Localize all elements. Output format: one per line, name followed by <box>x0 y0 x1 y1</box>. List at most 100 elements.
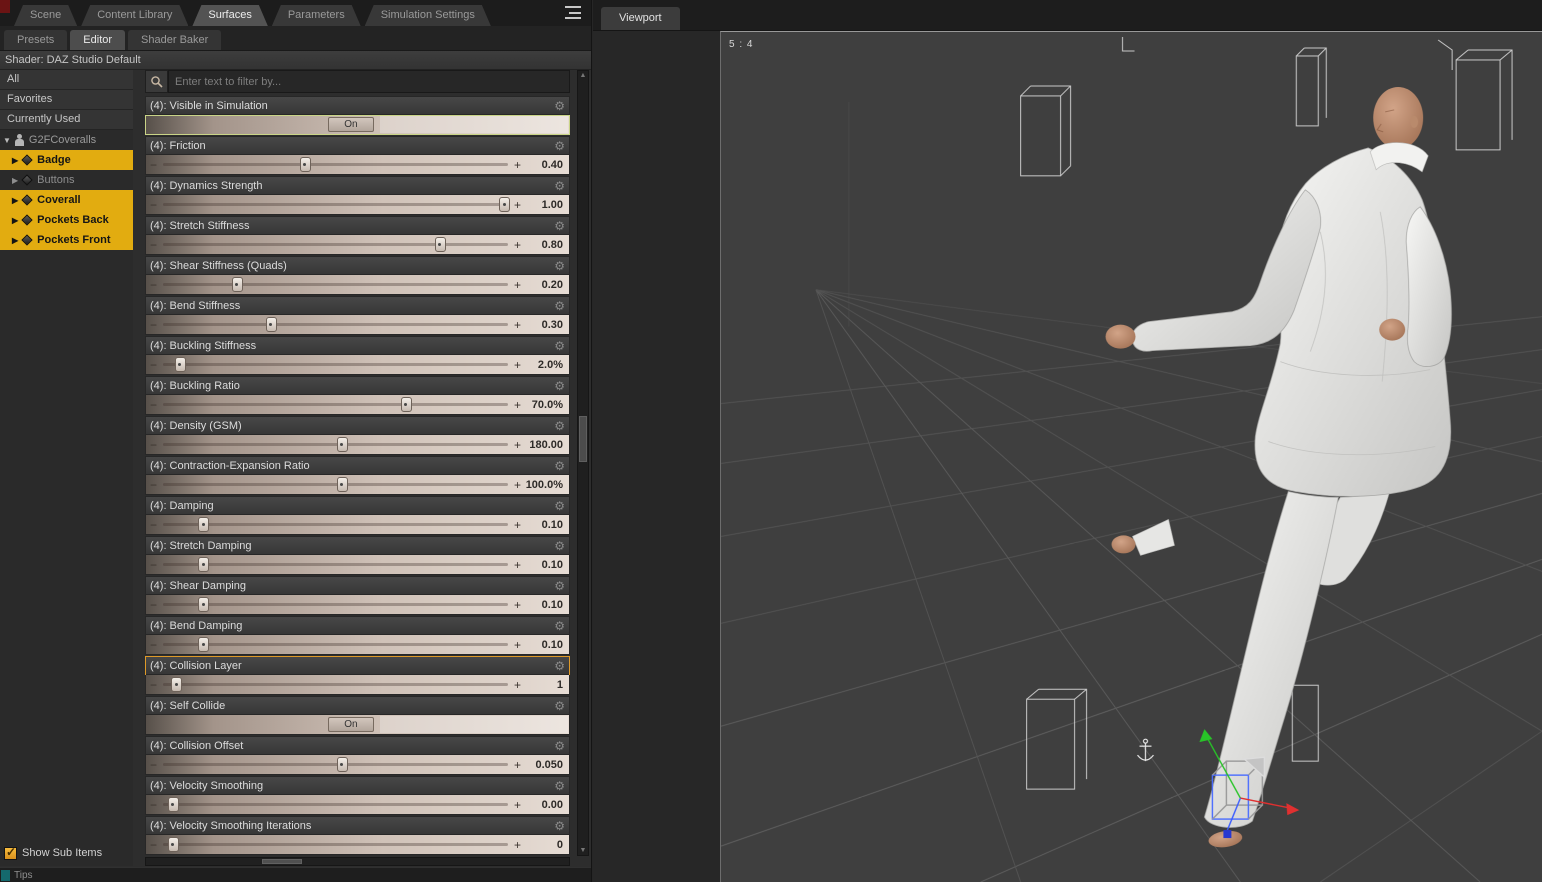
decrement-button[interactable]: − <box>146 476 161 494</box>
slider-thumb[interactable] <box>336 477 348 492</box>
increment-button[interactable]: + <box>510 156 525 174</box>
increment-button[interactable]: + <box>510 236 525 254</box>
slider-track[interactable] <box>161 675 510 694</box>
slider-thumb[interactable] <box>174 357 186 372</box>
tab-simulation-settings[interactable]: Simulation Settings <box>365 5 491 26</box>
increment-button[interactable]: + <box>510 476 525 494</box>
slider-track[interactable] <box>161 315 510 334</box>
tree-item-pockets-back[interactable]: ▶ Pockets Back <box>0 210 133 230</box>
decrement-button[interactable]: − <box>146 356 161 374</box>
decrement-button[interactable]: − <box>146 756 161 774</box>
decrement-button[interactable]: − <box>146 436 161 454</box>
increment-button[interactable]: + <box>510 796 525 814</box>
decrement-button[interactable]: − <box>146 836 161 854</box>
parameter-slider[interactable]: − + 0.00 <box>145 795 570 815</box>
parameter-slider[interactable]: − + 180.00 <box>145 435 570 455</box>
gear-icon[interactable]: ⚙ <box>554 180 565 192</box>
gear-icon[interactable]: ⚙ <box>554 380 565 392</box>
slider-thumb[interactable] <box>336 437 348 452</box>
tab-surfaces[interactable]: Surfaces <box>192 5 267 26</box>
increment-button[interactable]: + <box>510 316 525 334</box>
tree-item-buttons[interactable]: ▶ Buttons <box>0 170 133 190</box>
decrement-button[interactable]: − <box>146 316 161 334</box>
parameter-slider[interactable]: − + 2.0% <box>145 355 570 375</box>
toggle-button[interactable]: On <box>327 117 374 132</box>
slider-track[interactable] <box>161 515 510 534</box>
parameter-slider[interactable]: − + 0.10 <box>145 555 570 575</box>
tree-root-g2fcoveralls[interactable]: ▼ G2FCoveralls <box>0 130 133 150</box>
slider-track[interactable] <box>161 555 510 574</box>
gear-icon[interactable]: ⚙ <box>554 660 565 672</box>
expand-arrow-icon[interactable]: ▶ <box>12 196 18 205</box>
increment-button[interactable]: + <box>510 836 525 854</box>
expand-arrow-icon[interactable]: ▶ <box>12 236 18 245</box>
increment-button[interactable]: + <box>510 356 525 374</box>
toggle-button[interactable]: On <box>327 717 374 732</box>
parameter-slider[interactable]: − + 0.40 <box>145 155 570 175</box>
increment-button[interactable]: + <box>510 436 525 454</box>
gear-icon[interactable]: ⚙ <box>554 740 565 752</box>
gear-icon[interactable]: ⚙ <box>554 540 565 552</box>
expand-arrow-icon[interactable]: ▶ <box>12 156 18 165</box>
slider-track[interactable] <box>161 475 510 494</box>
parameter-slider[interactable]: − + 0.10 <box>145 515 570 535</box>
gear-icon[interactable]: ⚙ <box>554 820 565 832</box>
slider-track[interactable] <box>161 595 510 614</box>
slider-thumb[interactable] <box>434 237 446 252</box>
slider-thumb[interactable] <box>198 557 210 572</box>
slider-track[interactable] <box>161 635 510 654</box>
slider-thumb[interactable] <box>299 157 311 172</box>
decrement-button[interactable]: − <box>146 556 161 574</box>
increment-button[interactable]: + <box>510 516 525 534</box>
parameter-slider[interactable]: − + 100.0% <box>145 475 570 495</box>
gear-icon[interactable]: ⚙ <box>554 340 565 352</box>
parameter-slider[interactable]: − + 1.00 <box>145 195 570 215</box>
gear-icon[interactable]: ⚙ <box>554 460 565 472</box>
increment-button[interactable]: + <box>510 756 525 774</box>
scrollbar-handle[interactable] <box>579 415 587 462</box>
tree-item-coverall[interactable]: ▶ Coverall <box>0 190 133 210</box>
gear-icon[interactable]: ⚙ <box>554 500 565 512</box>
tab-content-library[interactable]: Content Library <box>81 5 188 26</box>
slider-track[interactable] <box>161 155 510 174</box>
decrement-button[interactable]: − <box>146 676 161 694</box>
increment-button[interactable]: + <box>510 636 525 654</box>
show-sub-items-checkbox[interactable]: ✓ <box>4 845 17 860</box>
scroll-up-icon[interactable]: ▲ <box>578 72 588 79</box>
parameter-toggle[interactable]: On <box>145 115 570 135</box>
gear-icon[interactable]: ⚙ <box>554 620 565 632</box>
tab-parameters[interactable]: Parameters <box>272 5 361 26</box>
tab-scene[interactable]: Scene <box>14 5 77 26</box>
increment-button[interactable]: + <box>510 556 525 574</box>
tab-viewport[interactable]: Viewport <box>601 7 680 30</box>
filter-currently-used[interactable]: Currently Used <box>0 110 133 130</box>
tree-item-pockets-front[interactable]: ▶ Pockets Front <box>0 230 133 250</box>
increment-button[interactable]: + <box>510 396 525 414</box>
tips-icon[interactable] <box>1 869 10 881</box>
horizontal-scrollbar[interactable] <box>145 857 570 866</box>
subtab-presets[interactable]: Presets <box>4 30 68 50</box>
scroll-down-icon[interactable]: ▼ <box>578 847 588 854</box>
decrement-button[interactable]: − <box>146 236 161 254</box>
gear-icon[interactable]: ⚙ <box>554 700 565 712</box>
slider-thumb[interactable] <box>231 277 243 292</box>
subtab-shader-baker[interactable]: Shader Baker <box>128 30 222 50</box>
gear-icon[interactable]: ⚙ <box>554 140 565 152</box>
slider-thumb[interactable] <box>336 757 348 772</box>
slider-thumb[interactable] <box>198 517 210 532</box>
scene-3d[interactable] <box>721 32 1542 882</box>
parameter-toggle[interactable]: On <box>145 715 570 735</box>
decrement-button[interactable]: − <box>146 596 161 614</box>
hscrollbar-handle[interactable] <box>262 859 302 864</box>
gear-icon[interactable]: ⚙ <box>554 580 565 592</box>
gear-icon[interactable]: ⚙ <box>554 220 565 232</box>
filter-all[interactable]: All <box>0 70 133 90</box>
slider-thumb[interactable] <box>171 677 183 692</box>
filter-favorites[interactable]: Favorites <box>0 90 133 110</box>
decrement-button[interactable]: − <box>146 516 161 534</box>
slider-thumb[interactable] <box>167 797 179 812</box>
figure-3d[interactable] <box>1105 86 1452 849</box>
gear-icon[interactable]: ⚙ <box>554 260 565 272</box>
filter-input[interactable] <box>168 70 570 93</box>
decrement-button[interactable]: − <box>146 796 161 814</box>
